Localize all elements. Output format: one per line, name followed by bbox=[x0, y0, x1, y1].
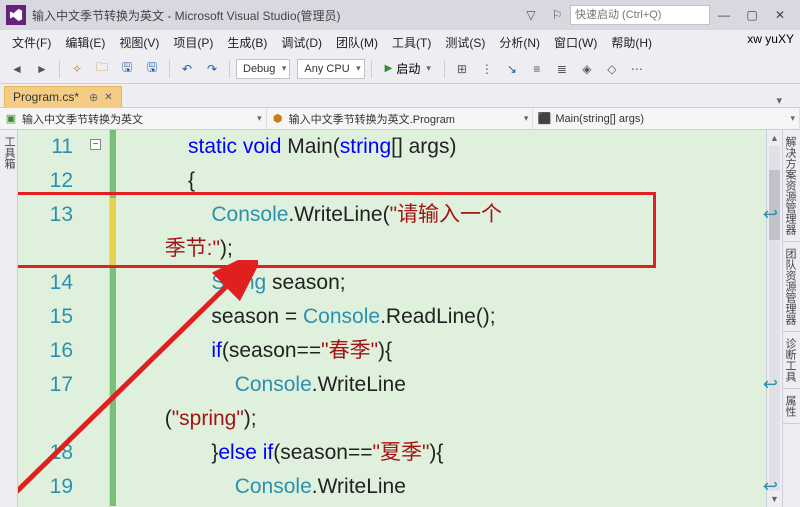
minimize-button[interactable]: — bbox=[710, 5, 738, 25]
side-rail-tab[interactable]: 诊断工具 bbox=[783, 332, 800, 389]
wrap-indicator-icon: ↩ bbox=[763, 476, 778, 497]
menu-item[interactable]: 调试(D) bbox=[275, 32, 328, 53]
line-number-gutter: 111213141516171819 bbox=[18, 130, 110, 507]
method-icon: ⬛ bbox=[537, 112, 551, 126]
menu-item[interactable]: 帮助(H) bbox=[605, 32, 658, 53]
redo-button[interactable]: ↷ bbox=[201, 58, 223, 80]
nav-member-combo[interactable]: ⬛ Main(string[] args) bbox=[533, 108, 800, 129]
bookmark-icon[interactable]: ◈ bbox=[576, 58, 598, 80]
line-number: 16 bbox=[18, 334, 73, 368]
start-label: 启动 bbox=[396, 60, 420, 77]
quick-launch-input[interactable] bbox=[570, 5, 710, 25]
code-editor[interactable]: 111213141516171819 − static void Main(st… bbox=[18, 130, 800, 507]
tab-label: Program.cs* bbox=[13, 90, 79, 104]
editor-area: 工具箱 111213141516171819 − static void Mai… bbox=[0, 130, 800, 507]
user-name[interactable]: xw yu bbox=[747, 32, 778, 46]
line-number: 12 bbox=[18, 164, 73, 198]
vertical-scrollbar[interactable]: ▲ ▼ bbox=[766, 130, 782, 507]
tool-icon-1[interactable]: ⊞ bbox=[451, 58, 473, 80]
menu-item[interactable]: 文件(F) bbox=[6, 32, 57, 53]
menu-item[interactable]: 分析(N) bbox=[493, 32, 546, 53]
line-number: 19 bbox=[18, 470, 73, 507]
line-number: 15 bbox=[18, 300, 73, 334]
uncomment-icon[interactable]: ≣ bbox=[551, 58, 573, 80]
menu-item[interactable]: 视图(V) bbox=[113, 32, 165, 53]
toolbox-rail[interactable]: 工具箱 bbox=[0, 130, 18, 507]
nav-class-combo[interactable]: ⬢ 输入中文季节转换为英文.Program bbox=[267, 108, 534, 129]
close-button[interactable]: ✕ bbox=[766, 5, 794, 25]
menu-bar: 文件(F)编辑(E)视图(V)项目(P)生成(B)调试(D)团队(M)工具(T)… bbox=[0, 30, 800, 54]
code-content[interactable]: static void Main(string[] args) { Consol… bbox=[118, 130, 782, 507]
line-number: 17 bbox=[18, 368, 73, 436]
user-avatar[interactable]: XY bbox=[778, 32, 794, 46]
step-icon[interactable]: ↘ bbox=[501, 58, 523, 80]
window-title: 输入中文季节转换为英文 - Microsoft Visual Studio(管理… bbox=[32, 7, 341, 24]
titlebar: 输入中文季节转换为英文 - Microsoft Visual Studio(管理… bbox=[0, 0, 800, 30]
notifications-icon[interactable]: ▽ bbox=[519, 3, 543, 27]
menu-item[interactable]: 测试(S) bbox=[439, 32, 491, 53]
line-number: 18 bbox=[18, 436, 73, 470]
side-rail-tab[interactable]: 团队资源管理器 bbox=[783, 242, 800, 332]
nav-project-combo[interactable]: ▣ 输入中文季节转换为英文 bbox=[0, 108, 267, 129]
menu-item[interactable]: 窗口(W) bbox=[548, 32, 603, 53]
open-file-button[interactable]: 🗀 bbox=[91, 58, 113, 80]
menu-item[interactable]: 生成(B) bbox=[221, 32, 273, 53]
play-icon: ▶ bbox=[385, 63, 393, 74]
feedback-icon[interactable]: ⚐ bbox=[545, 3, 569, 27]
code-nav-bar: ▣ 输入中文季节转换为英文 ⬢ 输入中文季节转换为英文.Program ⬛ Ma… bbox=[0, 108, 800, 130]
platform-combo[interactable]: Any CPU bbox=[297, 59, 364, 79]
pin-icon[interactable]: ⊕ bbox=[89, 91, 98, 104]
side-rail-tab[interactable]: 解决方案资源管理器 bbox=[783, 130, 800, 242]
menu-item[interactable]: 工具(T) bbox=[386, 32, 437, 53]
side-rail-tab[interactable]: 属性 bbox=[783, 389, 800, 424]
outline-collapse-icon[interactable]: − bbox=[90, 139, 101, 150]
tabstrip-dropdown-icon[interactable]: ▾ bbox=[776, 94, 782, 107]
new-project-button[interactable]: ✧ bbox=[66, 58, 88, 80]
main-toolbar: ◄ ► ✧ 🗀 🖫 🖫 ↶ ↷ Debug Any CPU ▶ 启动 ▾ ⊞ ⋮… bbox=[0, 54, 800, 84]
nav-back-button[interactable]: ◄ bbox=[6, 58, 28, 80]
config-combo[interactable]: Debug bbox=[236, 59, 290, 79]
line-number: 13 bbox=[18, 198, 73, 266]
vs-logo-icon bbox=[6, 5, 26, 25]
tool-icon-3[interactable]: ◇ bbox=[601, 58, 623, 80]
undo-button[interactable]: ↶ bbox=[176, 58, 198, 80]
class-icon: ⬢ bbox=[271, 112, 285, 126]
tab-program-cs[interactable]: Program.cs* ⊕ ✕ bbox=[4, 86, 122, 107]
right-rail-container: 解决方案资源管理器团队资源管理器诊断工具属性 bbox=[782, 130, 800, 507]
line-number: 11 bbox=[18, 130, 73, 164]
tab-close-icon[interactable]: ✕ bbox=[104, 92, 112, 103]
document-tabstrip: Program.cs* ⊕ ✕ ▾ bbox=[0, 84, 800, 108]
nav-fwd-button[interactable]: ► bbox=[31, 58, 53, 80]
start-debug-button[interactable]: ▶ 启动 ▾ bbox=[378, 58, 438, 80]
menu-item[interactable]: 团队(M) bbox=[330, 32, 384, 53]
scroll-up-icon[interactable]: ▲ bbox=[767, 130, 782, 146]
tool-icon-2[interactable]: ⋮ bbox=[476, 58, 498, 80]
csharp-project-icon: ▣ bbox=[4, 112, 18, 126]
comment-icon[interactable]: ≡ bbox=[526, 58, 548, 80]
menu-item[interactable]: 编辑(E) bbox=[59, 32, 111, 53]
save-all-button[interactable]: 🖫 bbox=[141, 58, 163, 80]
tool-icon-4[interactable]: ⋯ bbox=[626, 58, 648, 80]
line-number: 14 bbox=[18, 266, 73, 300]
wrap-indicator-icon: ↩ bbox=[763, 374, 778, 395]
wrap-indicator-icon: ↩ bbox=[763, 204, 778, 225]
menu-item[interactable]: 项目(P) bbox=[167, 32, 219, 53]
save-button[interactable]: 🖫 bbox=[116, 58, 138, 80]
maximize-button[interactable]: ▢ bbox=[738, 5, 766, 25]
